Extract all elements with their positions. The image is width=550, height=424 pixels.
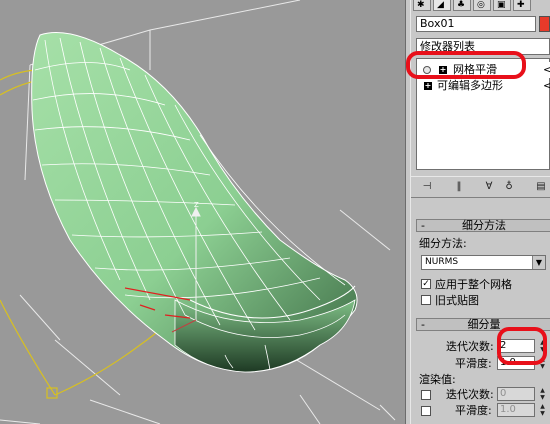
utilities-tab[interactable]: ✚: [513, 0, 531, 11]
rollout-subdivision-method[interactable]: - 细分方法: [416, 219, 550, 232]
motion-tab[interactable]: ◎: [473, 0, 491, 11]
show-end-result-icon[interactable]: ‖: [451, 180, 467, 194]
spinner-arrows-icon[interactable]: ▲ ▼: [539, 356, 546, 370]
iterations-label: 迭代次数:: [446, 340, 494, 353]
render-smoothness-label: 平滑度:: [455, 404, 492, 417]
render-iterations-label: 迭代次数:: [446, 388, 494, 401]
motion-icon: ◎: [477, 0, 485, 10]
create-tab[interactable]: ✱: [413, 0, 431, 11]
modifier-list-dropdown[interactable]: 修改器列表: [416, 38, 550, 55]
subdivision-method-value: NURMS: [425, 257, 459, 267]
smoothness-spinner[interactable]: 1.0: [497, 356, 535, 370]
lightbulb-icon[interactable]: [423, 66, 431, 74]
render-values-label: 渲染值:: [419, 373, 456, 386]
perspective-viewport[interactable]: Z: [0, 0, 405, 424]
rollout-title: 细分量: [467, 318, 501, 331]
rollout-subdivision-amount[interactable]: - 细分量: [416, 318, 550, 331]
hierarchy-tab[interactable]: ♣: [453, 0, 471, 11]
make-unique-icon[interactable]: ∀: [481, 180, 497, 194]
render-iterations-checkbox[interactable]: [421, 390, 431, 400]
spinner-arrows-icon[interactable]: ▲ ▼: [539, 339, 546, 353]
object-color-swatch[interactable]: [539, 16, 550, 32]
display-icon: ▣: [497, 0, 506, 10]
render-smoothness-spinner[interactable]: 1.0: [497, 403, 535, 417]
modify-icon: ◢: [437, 0, 444, 10]
subdivision-method-label: 细分方法:: [419, 237, 467, 250]
spinner-arrows-icon[interactable]: ▲ ▼: [539, 403, 546, 417]
stack-arrow-icon: <: [543, 79, 550, 92]
display-tab[interactable]: ▣: [493, 0, 511, 11]
remove-modifier-icon[interactable]: ♁: [501, 180, 517, 194]
chevron-down-icon: ▼: [532, 256, 545, 269]
subdivision-method-dropdown[interactable]: NURMS ▼: [421, 255, 546, 270]
modifier-stack[interactable]: + 网格平滑 < + 可编辑多边形 <: [416, 58, 550, 170]
modify-tab[interactable]: ◢: [433, 0, 451, 11]
create-icon: ✱: [417, 0, 425, 10]
command-panel-tabs: ✱ ◢ ♣ ◎ ▣ ✚: [411, 0, 550, 12]
pin-stack-icon[interactable]: ⊣: [419, 180, 435, 194]
stack-item-meshsmooth[interactable]: + 网格平滑 <: [417, 62, 550, 78]
stack-item-label: 网格平滑: [453, 63, 497, 76]
expand-icon[interactable]: +: [439, 66, 447, 74]
render-smoothness-checkbox[interactable]: [421, 406, 431, 416]
iterations-spinner[interactable]: 2: [497, 339, 535, 353]
apply-whole-mesh-checkbox[interactable]: ✓: [421, 279, 431, 289]
utilities-icon: ✚: [517, 0, 525, 10]
axis-z-label: Z: [194, 201, 199, 209]
spinner-arrows-icon[interactable]: ▲ ▼: [539, 387, 546, 401]
smoothness-label: 平滑度:: [455, 357, 492, 370]
configure-modifier-sets-icon[interactable]: ▤: [533, 180, 549, 194]
expand-icon[interactable]: +: [424, 82, 432, 90]
object-name-field[interactable]: Box01: [416, 16, 536, 32]
hierarchy-icon: ♣: [457, 0, 466, 10]
apply-whole-mesh-label: 应用于整个网格: [435, 278, 512, 291]
stack-item-label: 可编辑多边形: [437, 79, 503, 92]
stack-arrow-icon: <: [543, 63, 550, 76]
viewport-scene: Z: [0, 0, 396, 424]
rollout-title: 细分方法: [462, 219, 506, 232]
command-panel: ✱ ◢ ♣ ◎ ▣ ✚ Box01 修改器列表 + 网格平滑 < + 可编辑多边…: [411, 0, 550, 424]
render-iterations-spinner[interactable]: 0: [497, 387, 535, 401]
old-style-mapping-label: 旧式贴图: [435, 294, 479, 307]
stack-toolbar: ⊣ ‖ ∀ ♁ ▤: [411, 176, 550, 198]
stack-item-editable-poly[interactable]: + 可编辑多边形 <: [417, 78, 550, 94]
old-style-mapping-checkbox[interactable]: [421, 295, 431, 305]
